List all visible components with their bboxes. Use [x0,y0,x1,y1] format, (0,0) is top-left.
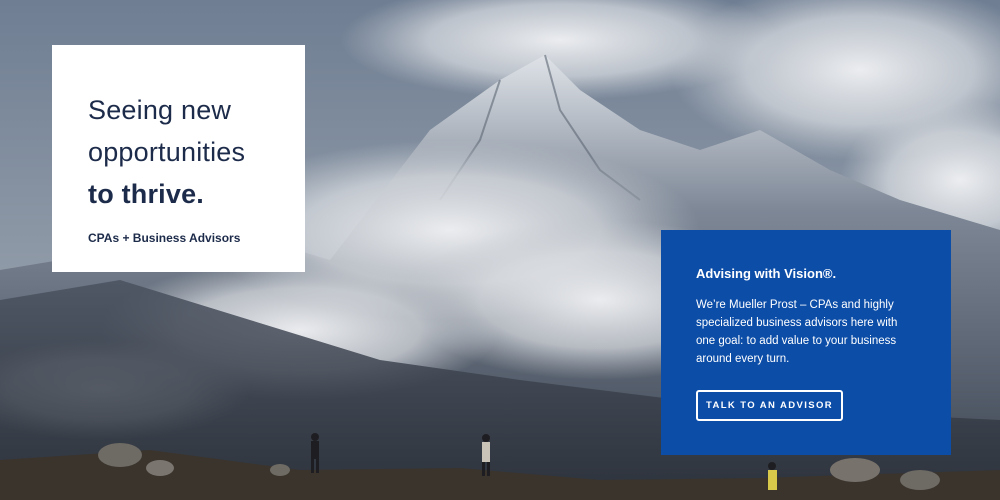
talk-to-advisor-button[interactable]: TALK TO AN ADVISOR [696,390,843,421]
headline-line-3: to thrive. [88,179,205,209]
headline-card: Seeing new opportunities to thrive. CPAs… [52,45,305,272]
vision-card: Advising with Vision®. We’re Mueller Pro… [661,230,951,455]
vision-title: Advising with Vision®. [696,266,837,281]
headline-line-1: Seeing new [88,95,232,125]
headline-subtitle: CPAs + Business Advisors [88,231,241,245]
headline-line-2: opportunities [88,137,246,167]
vision-body: We’re Mueller Prost – CPAs and highly sp… [696,299,898,365]
